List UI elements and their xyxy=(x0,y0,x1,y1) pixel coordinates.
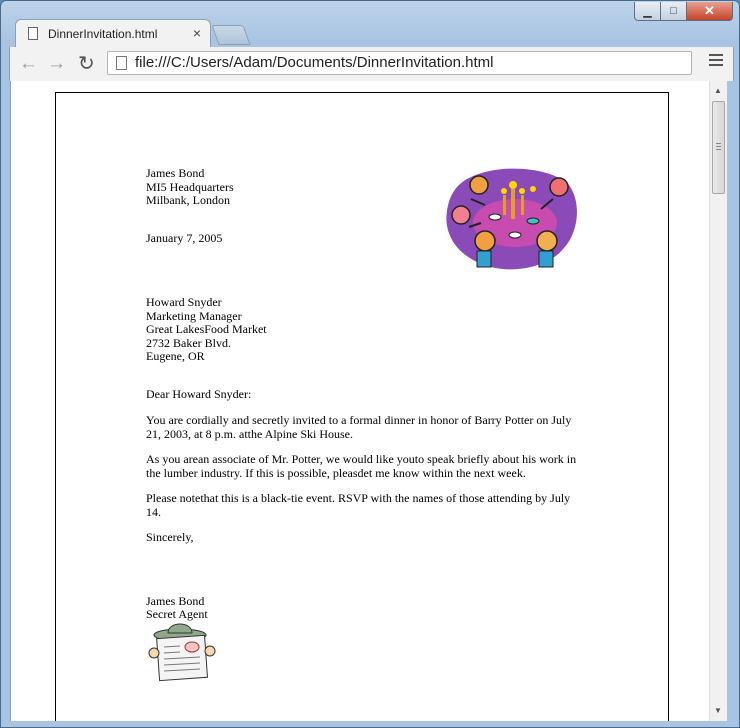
newspaper-reader-image xyxy=(148,623,216,682)
close-window-button[interactable]: ✕ xyxy=(687,2,733,21)
sender-org: MI5 Headquarters xyxy=(146,179,234,194)
letter-date: January 7, 2005 xyxy=(146,230,223,245)
recipient-name: Howard Snyder xyxy=(146,295,222,309)
document-icon xyxy=(28,27,38,40)
closing: Sincerely, xyxy=(146,530,194,544)
menu-icon[interactable] xyxy=(709,54,723,69)
tab-dinner-invitation[interactable]: DinnerInvitation.html × xyxy=(15,19,211,47)
browser-toolbar: ← → ↻ file:///C:/Users/Adam/Documents/Di… xyxy=(9,47,734,81)
reload-icon[interactable]: ↻ xyxy=(78,51,95,76)
signature-name: James Bond xyxy=(146,593,205,608)
scroll-down-icon[interactable]: ▼ xyxy=(714,706,722,715)
forward-icon[interactable]: → xyxy=(47,53,66,75)
vertical-scrollbar[interactable]: ▲ ▼ xyxy=(709,81,727,721)
url-text[interactable]: file:///C:/Users/Adam/Documents/DinnerIn… xyxy=(135,54,493,71)
page-viewport: James Bond MI5 Headquarters Milbank, Lon… xyxy=(10,81,710,721)
window-controls: ▁ □ ✕ xyxy=(634,2,733,21)
recipient-title: Marketing Manager xyxy=(146,308,242,323)
maximize-button[interactable]: □ xyxy=(661,2,687,21)
paragraph-2: As you arean associate of Mr. Potter, we… xyxy=(146,452,577,480)
recipient-street: 2732 Baker Blvd. xyxy=(146,335,231,350)
letter-body: James Bond MI5 Headquarters Milbank, Lon… xyxy=(146,166,586,622)
address-bar[interactable]: file:///C:/Users/Adam/Documents/DinnerIn… xyxy=(107,51,692,75)
minimize-button[interactable]: ▁ xyxy=(634,2,661,21)
browser-window: ▁ □ ✕ DinnerInvitation.html × ← → ↻ file… xyxy=(0,0,740,728)
tab-close-icon[interactable]: × xyxy=(193,25,201,41)
paragraph-1: You are cordially and secretly invited t… xyxy=(146,413,572,441)
paragraph-3: Please notethat this is a black-tie even… xyxy=(146,491,571,519)
letter-page: James Bond MI5 Headquarters Milbank, Lon… xyxy=(55,92,669,721)
new-tab-button[interactable] xyxy=(211,25,251,45)
sender-name: James Bond xyxy=(146,166,205,180)
recipient-company: Great LakesFood Market xyxy=(146,322,267,336)
tab-title: DinnerInvitation.html xyxy=(48,27,158,41)
greeting: Dear Howard Snyder: xyxy=(146,386,252,401)
back-icon[interactable]: ← xyxy=(19,53,38,75)
scrollbar-thumb[interactable] xyxy=(712,101,725,194)
sender-location: Milbank, London xyxy=(146,193,230,207)
scroll-up-icon[interactable]: ▲ xyxy=(714,86,722,95)
recipient-city: Eugene, OR xyxy=(146,349,205,363)
page-icon xyxy=(116,56,127,70)
